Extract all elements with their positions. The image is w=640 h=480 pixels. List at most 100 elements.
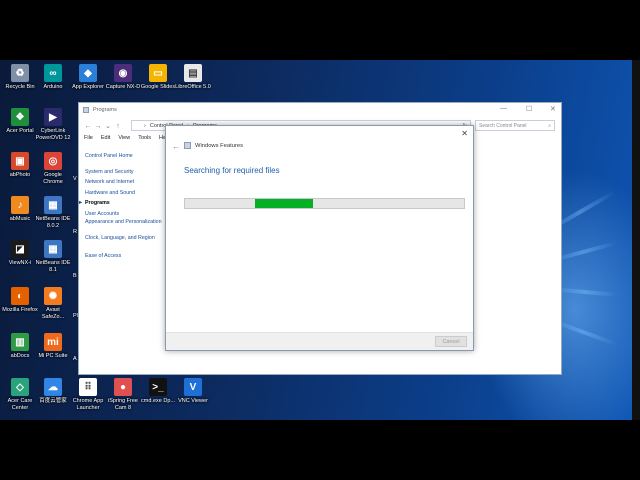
desktop-icon[interactable]: V VNC Viewer [175,378,211,405]
menu-tools[interactable]: Tools [138,135,151,145]
desktop-icon-label: 百度云管家 [39,398,67,404]
desktop-icon-label: VNC Viewer [178,398,208,404]
desktop-icon[interactable]: >_ cmd.exe Dp... [140,378,176,405]
desktop-icon[interactable]: ▥ abDocs [2,333,38,360]
desktop-icon-label: Google Chrome [43,172,63,185]
desktop-icon[interactable]: ⠿ Chrome App Launcher [70,378,106,411]
control-panel-icon [83,107,89,113]
menu-file[interactable]: File [84,135,93,145]
desktop-icon[interactable]: mi Mi PC Suite [35,333,71,360]
desktop-icon-label: NetBeans IDE 8.0.2 [35,216,71,229]
desktop-icon[interactable]: ◐ Mozilla Firefox [2,287,38,314]
chrome-app-launcher-icon: ⠿ [79,378,97,396]
desktop-icon[interactable]: ∞ Arduino [35,64,71,91]
desktop-icon-label: A [73,356,77,362]
desktop-icon[interactable]: ♪ abMusic [2,196,38,223]
ispring-icon: ● [114,378,132,396]
minimize-button[interactable]: — [500,105,507,112]
breadcrumb-separator: › [144,122,146,129]
desktop-icon-label: App Explorer [72,84,104,90]
desktop-icon[interactable]: ◪ ViewNX-i [2,240,38,267]
desktop-icon[interactable]: ◉ Capture NX-D [105,64,141,91]
arduino-icon: ∞ [44,64,62,82]
desktop-icon-label: abPhoto [9,172,31,178]
desktop-icon[interactable]: ● iSpring Free Cam 8 [105,378,141,411]
desktop-icon[interactable]: ◆ App Explorer [70,64,106,91]
cmd-icon: >_ [149,378,167,396]
libreoffice-icon: ▤ [184,64,202,82]
mi-pc-suite-icon: mi [44,333,62,351]
acer-portal-icon: ❖ [11,108,29,126]
dialog-footer: Cancel [166,332,473,350]
nav-item[interactable]: Appearance and Personalization [85,219,171,235]
desktop-icon[interactable]: ▦ NetBeans IDE 8.1 [35,240,71,273]
back-arrow-icon[interactable]: ← [83,123,93,130]
desktop-icon[interactable]: ▶ CyberLink PowerDVD 12 [35,108,71,141]
desktop-icon[interactable]: ❖ Acer Portal [2,108,38,135]
desktop-icon[interactable]: ✺ Avast SafeZo... [35,287,71,320]
dialog-heading: Searching for required files [184,166,280,175]
nav-item[interactable]: Hardware and Sound [85,188,171,199]
desktop-icon-label: R [73,229,77,235]
control-panel-nav: Control Panel Home System and Security Net… [79,151,171,262]
desktop-icon-label: Capture NX-D [105,84,141,90]
capture-nx-d-icon: ◉ [114,64,132,82]
menu-view[interactable]: View [118,135,130,145]
nav-item[interactable]: Clock, Language, and Region [85,235,171,251]
abdocs-icon: ▥ [11,333,29,351]
desktop-icon[interactable]: ▣ abPhoto [2,152,38,179]
desktop-icon-label: CyberLink PowerDVD 12 [35,128,71,141]
menu-edit[interactable]: Edit [101,135,110,145]
screen: ♻ Recycle Bin ∞ Arduino ◆ App Explorer ◉ Captur… [0,0,640,480]
netbeans-icon: ▦ [44,196,62,214]
windows-features-icon [184,142,191,149]
desktop-icon-label: Avast SafeZo... [41,307,65,320]
desktop-icon[interactable]: ◇ Acer Care Center [2,378,38,411]
desktop-icon[interactable]: ◎ Google Chrome [35,152,71,185]
acer-care-center-icon: ◇ [11,378,29,396]
chrome-icon: ◎ [44,152,62,170]
desktop-icon[interactable]: ♻ Recycle Bin [2,64,38,91]
desktop-icon-label: NetBeans IDE 8.1 [35,260,71,273]
forward-arrow-icon[interactable]: → [93,123,103,130]
search-input[interactable]: Search Control Panel ⌕ [475,120,555,131]
recycle-bin-icon: ♻ [11,64,29,82]
google-slides-icon: ▭ [149,64,167,82]
maximize-button[interactable]: ☐ [526,105,532,113]
desktop-icon[interactable]: ▭ Google Slides [140,64,176,91]
windows-features-dialog: ✕ ← Windows Features Searching for requi… [165,125,474,351]
desktop-icon-label: ViewNX-i [8,260,32,266]
vnc-viewer-icon: V [184,378,202,396]
nav-item[interactable]: Control Panel Home [85,151,171,162]
cancel-button[interactable]: Cancel [435,336,467,347]
search-progress-bar [184,198,465,209]
programs-window-title: Programs [93,107,117,113]
app-explorer-icon: ◆ [79,64,97,82]
dialog-titlebar: Windows Features [174,142,243,149]
avast-icon: ✺ [44,287,62,305]
abphoto-icon: ▣ [11,152,29,170]
desktop-icon[interactable]: ☁ 百度云管家 [35,378,71,405]
desktop-icon-label: Mozilla Firefox [2,307,38,313]
desktop-icon[interactable]: ▦ NetBeans IDE 8.0.2 [35,196,71,229]
desktop-icon-label: V [73,176,77,182]
desktop-icon-label: Recycle Bin [5,84,35,90]
desktop-icon-label: iSpring Free Cam 8 [108,398,138,411]
abmusic-icon: ♪ [11,196,29,214]
screen-edge [632,60,640,420]
baidu-cloud-icon: ☁ [44,378,62,396]
dialog-close-icon[interactable]: ✕ [461,129,468,138]
up-arrow-icon[interactable]: ↑ [113,123,123,130]
nav-item[interactable]: Ease of Access [85,251,171,262]
desktop-icon-label: cmd.exe Dp... [141,398,175,404]
nav-item[interactable]: Programs [79,198,171,209]
nav-item[interactable]: Network and Internet [85,177,171,188]
programs-titlebar: Programs — ☐ ✕ [79,103,561,117]
nav-item[interactable]: System and Security [85,167,171,178]
chevron-down-icon[interactable]: ⌄ [103,122,113,130]
close-button[interactable]: ✕ [550,105,556,113]
search-icon[interactable]: ⌕ [548,123,551,129]
nav-item[interactable]: User Accounts [85,209,171,220]
desktop-icon[interactable]: ▤ LibreOffice 5.0 [175,64,211,91]
desktop-icon-label: abDocs [10,353,30,359]
